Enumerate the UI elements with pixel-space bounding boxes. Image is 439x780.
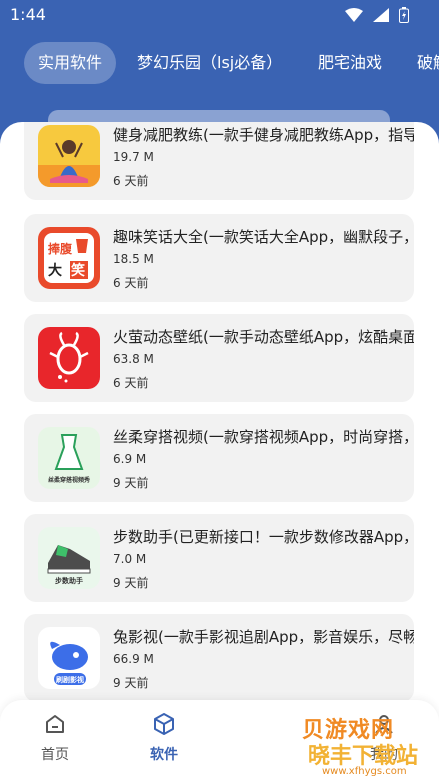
app-time: 9 天前 — [113, 576, 149, 590]
app-title: 火萤动态壁纸(一款手动态壁纸App，炫酷桌面， — [113, 328, 414, 346]
list-item[interactable]: 火萤动态壁纸(一款手动态壁纸App，炫酷桌面， 63.8 M 6 天前 — [24, 314, 414, 402]
nav-software-label: 软件 — [150, 747, 178, 763]
joke-icon: 捧腹 大 笑 — [38, 227, 100, 289]
watermark-logo: 贝游戏网 晓丰下载站 www.xfhygs.com — [262, 708, 439, 778]
app-title: 兔影视(一款手影视追剧App，影音娱乐，尽畅享 — [113, 628, 414, 646]
app-size: 63.8 M — [113, 352, 154, 366]
dress-icon: 丝柔穿搭视频秀 — [38, 427, 100, 489]
list-item[interactable]: 健身减肥教练(一款手健身减肥教练App，指导， 19.7 M 6 天前 — [24, 122, 414, 200]
app-list: 健身减肥教练(一款手健身减肥教练App，指导， 19.7 M 6 天前 捧腹 大… — [0, 122, 439, 780]
app-title: 健身减肥教练(一款手健身减肥教练App，指导， — [113, 126, 414, 144]
category-tabs: 实用软件 梦幻乐园（lsj必备） 肥宅油戏 破解 — [0, 42, 439, 86]
app-title: 丝柔穿搭视频(一款穿搭视频App，时尚穿搭，动 — [113, 428, 414, 446]
tab-dream-park[interactable]: 梦幻乐园（lsj必备） — [137, 42, 282, 84]
status-icons — [345, 7, 409, 23]
app-size: 19.7 M — [113, 150, 154, 164]
status-time: 1:44 — [10, 5, 46, 24]
watermark-line3: www.xfhygs.com — [322, 766, 407, 777]
app-title: 步数助手(已更新接口！一款步数修改器App，自 — [113, 528, 414, 546]
firefly-icon — [38, 327, 100, 389]
tab-useful-software[interactable]: 实用软件 — [24, 42, 117, 84]
tab-games[interactable]: 肥宅油戏 — [318, 42, 382, 84]
nav-home[interactable]: 首页 — [25, 712, 85, 764]
svg-text:大: 大 — [48, 262, 62, 279]
list-item[interactable]: 步数助手 步数助手(已更新接口！一款步数修改器App，自 7.0 M 9 天前 — [24, 514, 414, 602]
wifi-icon — [345, 8, 363, 22]
list-item[interactable]: 捧腹 大 笑 趣味笑话大全(一款笑话大全App，幽默段子，乐 18.5 M 6 … — [24, 214, 414, 302]
app-size: 66.9 M — [113, 652, 154, 666]
app-title: 趣味笑话大全(一款笑话大全App，幽默段子，乐 — [113, 228, 414, 246]
svg-text:丝柔穿搭视频秀: 丝柔穿搭视频秀 — [48, 476, 91, 484]
rabbit-icon: 刷剧影视 — [38, 627, 100, 689]
svg-text:刷剧影视: 刷剧影视 — [55, 675, 84, 684]
cube-icon — [154, 713, 174, 735]
svg-text:笑: 笑 — [71, 262, 85, 279]
list-item[interactable]: 丝柔穿搭视频秀 丝柔穿搭视频(一款穿搭视频App，时尚穿搭，动 6.9 M 9 … — [24, 414, 414, 502]
nav-home-label: 首页 — [41, 747, 69, 763]
app-size: 18.5 M — [113, 252, 154, 266]
battery-icon — [399, 7, 409, 23]
status-bar: 1:44 — [0, 0, 439, 30]
app-time: 9 天前 — [113, 676, 149, 690]
nav-software[interactable]: 软件 — [134, 712, 194, 764]
sneaker-icon: 步数助手 — [38, 527, 100, 589]
app-size: 7.0 M — [113, 552, 147, 566]
signal-icon — [373, 8, 389, 22]
svg-text:捧腹: 捧腹 — [48, 241, 73, 256]
app-size: 6.9 M — [113, 452, 147, 466]
list-item[interactable]: 刷剧影视 兔影视(一款手影视追剧App，影音娱乐，尽畅享 66.9 M 9 天前 — [24, 614, 414, 702]
svg-text:步数助手: 步数助手 — [55, 576, 83, 585]
tab-cracked[interactable]: 破解 — [417, 42, 439, 84]
home-icon — [46, 715, 64, 733]
app-time: 6 天前 — [113, 376, 149, 390]
fitness-icon — [38, 125, 100, 187]
app-time: 6 天前 — [113, 174, 149, 188]
app-time: 6 天前 — [113, 276, 149, 290]
app-time: 9 天前 — [113, 476, 149, 490]
